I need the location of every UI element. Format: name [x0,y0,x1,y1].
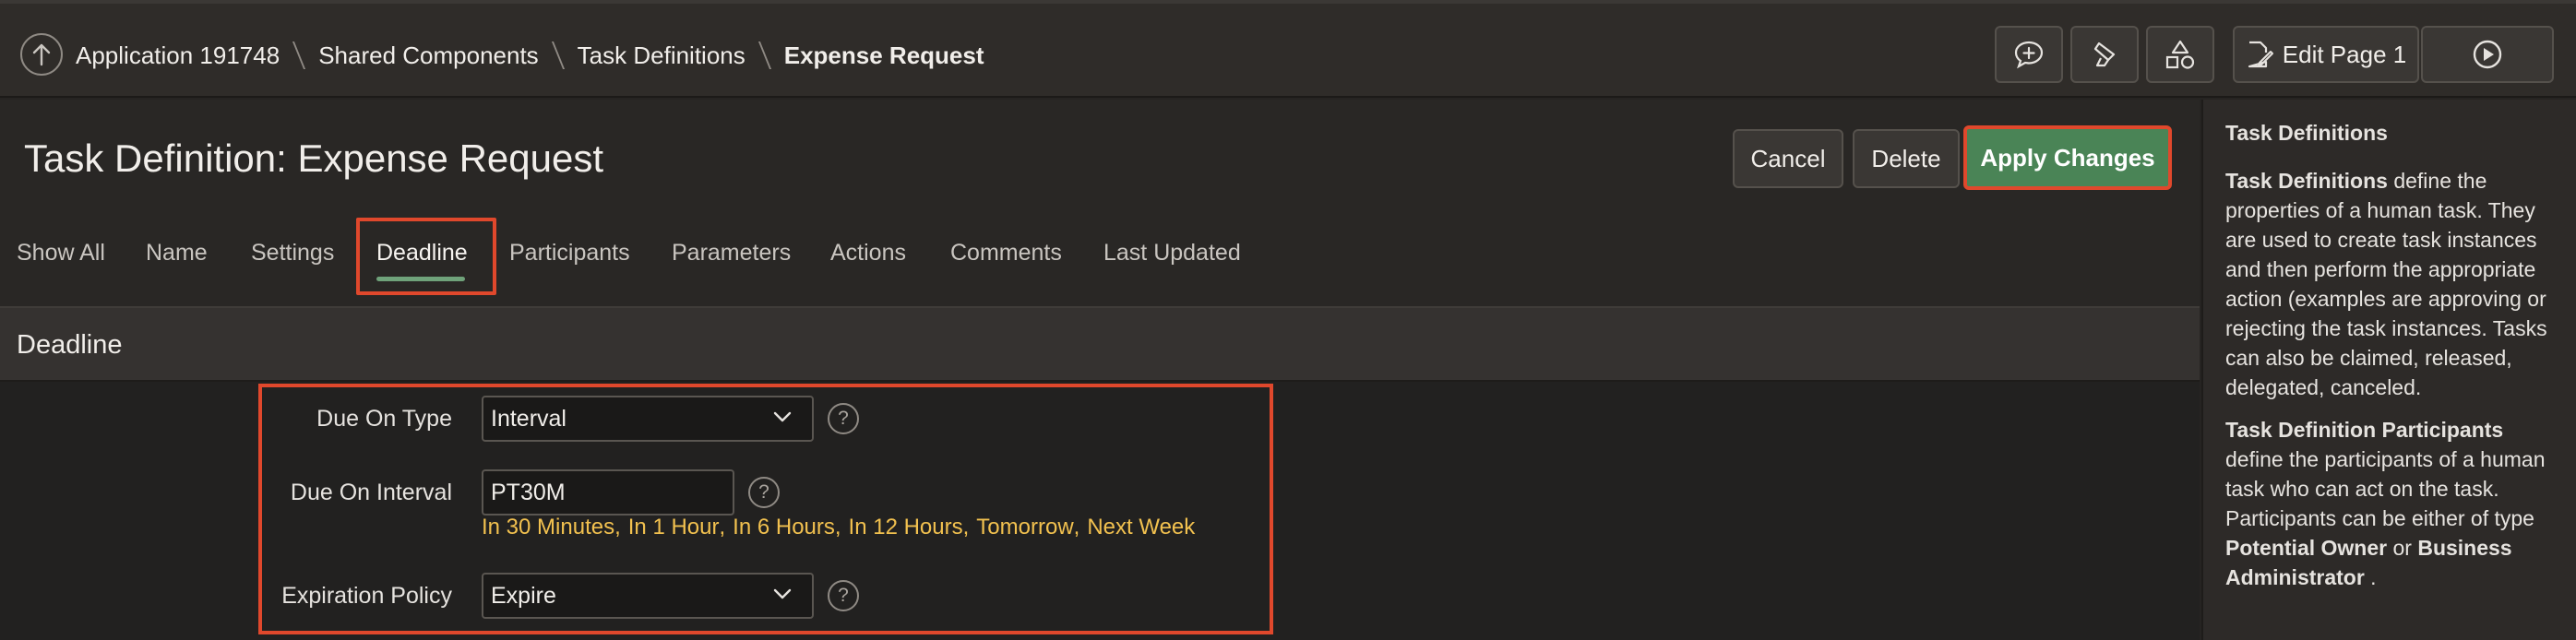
shapes-icon [2165,40,2195,69]
breadcrumb-item-application[interactable]: Application 191748 [76,41,280,70]
add-comment-icon [2014,41,2044,69]
quick-pick-separator: , [1073,515,1080,539]
due-on-interval-value: PT30M [491,479,566,505]
quick-pick-1-hour[interactable]: In 1 Hour [628,515,720,540]
apply-changes-button[interactable]: Apply Changes [1963,125,2172,190]
run-icon [2473,40,2502,69]
edit-page-icon [2248,41,2273,68]
help-paragraph-1: Task Definitions define the properties o… [2225,166,2556,402]
quick-pick-12-hours[interactable]: In 12 Hours [849,515,963,540]
due-on-interval-label: Due On Interval [290,480,452,505]
due-on-type-label: Due On Type [316,406,452,432]
breadcrumb-item-current: Expense Request [783,41,984,69]
highlighter-icon [2093,41,2116,67]
cancel-button[interactable]: Cancel [1733,129,1843,188]
expiration-policy-value: Expire [491,582,556,609]
help-panel: Task Definitions Task Definitions define… [2201,100,2576,640]
tab-actions[interactable]: Actions [830,240,906,267]
tab-last-updated[interactable]: Last Updated [1103,240,1241,267]
chevron-down-icon [773,588,792,599]
quick-pick-30-minutes[interactable]: In 30 Minutes [482,515,614,540]
up-arrow-icon[interactable] [20,33,63,76]
tab-participants[interactable]: Participants [509,240,630,267]
due-on-type-select[interactable]: Interval [482,396,814,442]
quick-pick-6-hours[interactable]: In 6 Hours [733,515,835,540]
breadcrumb-separator [758,40,771,71]
help-text: or [2387,536,2418,560]
quick-pick-tomorrow[interactable]: Tomorrow [976,515,1073,540]
highlight-button[interactable] [2070,26,2139,83]
help-icon[interactable]: ? [828,580,859,611]
tab-show-all[interactable]: Show All [17,240,105,267]
help-panel-heading: Task Definitions [2225,121,2388,145]
breadcrumb-item-task-definitions[interactable]: Task Definitions [578,41,745,70]
chevron-down-icon [773,411,792,422]
tab-settings[interactable]: Settings [251,240,334,267]
delete-button[interactable]: Delete [1853,129,1960,188]
quick-pick-separator: , [614,515,621,539]
help-text: . [2364,565,2377,589]
tab-parameters[interactable]: Parameters [672,240,791,267]
quick-pick-separator: , [719,515,726,539]
quick-pick-separator: , [834,515,841,539]
edit-page-button[interactable]: Edit Page 1 [2233,26,2419,83]
breadcrumb: Application 191748 Shared Components Tas… [76,37,984,74]
edit-page-label: Edit Page 1 [2282,40,2407,68]
help-term: Task Definitions [2225,169,2388,193]
top-toolbar: Application 191748 Shared Components Tas… [0,0,2576,98]
help-text: define the participants of a human task … [2225,447,2546,530]
help-text: define the properties of a human task. T… [2225,169,2547,399]
help-term: Task Definition Participants [2225,418,2504,442]
quick-pick-next-week[interactable]: Next Week [1087,515,1195,540]
shared-components-button[interactable] [2146,26,2214,83]
region-header: Deadline [0,306,2200,382]
tab-highlight-frame [356,218,496,295]
breadcrumb-separator [552,40,565,71]
breadcrumb-item-shared-components[interactable]: Shared Components [318,41,538,70]
expiration-policy-label: Expiration Policy [281,583,452,609]
due-on-interval-input[interactable]: PT30M [482,469,734,516]
tab-comments[interactable]: Comments [950,240,1062,267]
run-page-button[interactable] [2421,26,2554,83]
help-icon[interactable]: ? [748,477,780,508]
expiration-policy-select[interactable]: Expire [482,573,814,619]
help-paragraph-2: Task Definition Participants define the … [2225,415,2556,592]
page-title: Task Definition: Expense Request [24,136,604,180]
add-comment-button[interactable] [1995,26,2063,83]
help-icon[interactable]: ? [828,403,859,434]
quick-picks: In 30 Minutes, In 1 Hour, In 6 Hours, In… [482,515,1195,540]
help-term: Potential Owner [2225,536,2388,560]
due-on-type-value: Interval [491,405,566,432]
breadcrumb-separator [292,40,305,71]
tab-bar: Show All Name Settings Deadline Particip… [0,216,2200,286]
quick-pick-separator: , [962,515,970,539]
tab-name[interactable]: Name [146,240,208,267]
region-title: Deadline [17,330,123,360]
